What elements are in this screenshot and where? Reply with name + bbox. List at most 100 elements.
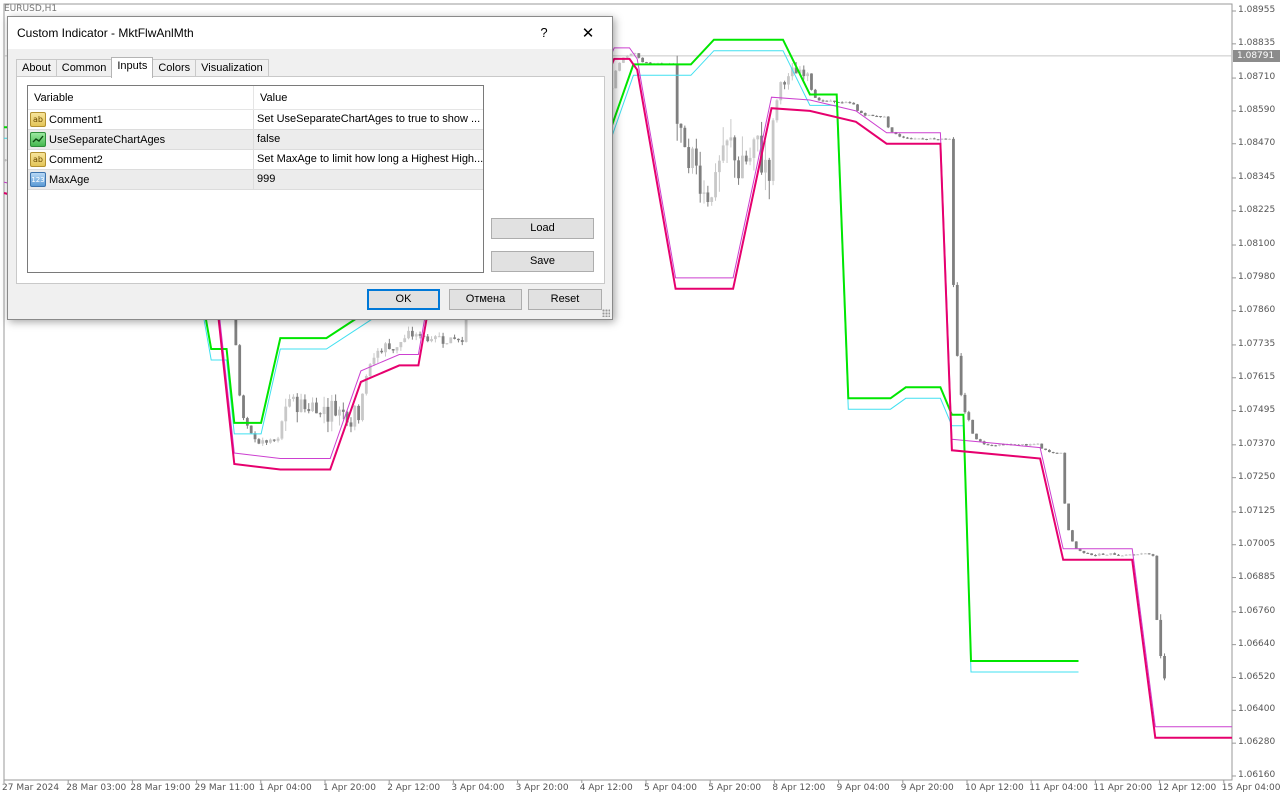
value-cell[interactable]: Set UseSeparateChartAges to true to show…	[254, 110, 483, 129]
candle-body	[645, 62, 648, 64]
candle-body	[265, 440, 268, 443]
value-cell[interactable]: 999	[254, 170, 483, 189]
candle-body	[948, 138, 952, 140]
price-tick-label: 1.06760	[1238, 605, 1276, 616]
candle-body	[391, 349, 395, 351]
tab-common[interactable]: Common	[55, 59, 113, 77]
tab-about[interactable]: About	[16, 59, 57, 77]
candle-body	[1048, 449, 1051, 453]
value-cell[interactable]: false	[254, 130, 483, 149]
candle-body	[395, 347, 399, 351]
tab-inputs[interactable]: Inputs	[111, 57, 154, 78]
candle-body	[752, 139, 756, 158]
candle-body	[990, 445, 994, 447]
candle-body	[641, 57, 645, 63]
candle-body	[1074, 541, 1078, 549]
price-tick-label: 1.07495	[1238, 404, 1276, 415]
candle-body	[1032, 444, 1036, 446]
dialog-tabs: About Common Inputs Colors Visualization	[16, 57, 269, 78]
dialog-title: Custom Indicator - MktFlwAnlMth	[17, 26, 194, 40]
dialog-titlebar[interactable]: Custom Indicator - MktFlwAnlMth ? ✕	[8, 17, 612, 49]
candle-body	[1109, 553, 1113, 555]
price-tick-label: 1.08470	[1238, 137, 1276, 148]
reset-button[interactable]: Reset	[528, 289, 602, 310]
candle-body	[821, 100, 825, 102]
price-tick-label: 1.06640	[1238, 638, 1276, 649]
table-row[interactable]: ab Comment1 Set UseSeparateChartAges to …	[28, 110, 483, 130]
candle-body	[242, 395, 245, 419]
candle-body	[1024, 444, 1028, 446]
candle-body	[629, 53, 633, 56]
time-tick-label: 5 Apr 04:00	[644, 783, 697, 793]
chart-symbol-label: EURUSD,H1	[4, 4, 58, 14]
price-tick-label: 1.08345	[1238, 172, 1276, 182]
tab-visualization[interactable]: Visualization	[195, 59, 269, 77]
candle-body	[802, 69, 806, 77]
candle-body	[764, 159, 767, 173]
candle-body	[875, 116, 879, 118]
help-button[interactable]: ?	[524, 20, 564, 46]
candle-body	[959, 355, 963, 395]
time-tick-label: 11 Apr 20:00	[1093, 783, 1153, 793]
candle-body	[441, 336, 445, 344]
candle-body	[284, 406, 288, 422]
candle-body	[1036, 443, 1040, 445]
candle-body	[944, 138, 948, 140]
time-tick-label: 29 Mar 11:00	[194, 783, 255, 793]
close-icon[interactable]: ✕	[568, 20, 608, 46]
value-cell[interactable]: Set MaxAge to limit how long a Highest H…	[254, 150, 483, 169]
candle-body	[737, 160, 740, 179]
time-tick-label: 9 Apr 20:00	[900, 783, 954, 793]
candle-body	[1090, 553, 1094, 556]
candle-body	[1055, 452, 1059, 454]
load-button[interactable]: Load	[491, 218, 594, 239]
candle-body	[376, 350, 380, 358]
candle-body	[890, 127, 894, 133]
candle-body	[372, 357, 376, 365]
candle-body	[909, 138, 913, 140]
candle-body	[744, 155, 748, 162]
ok-button[interactable]: OK	[367, 289, 440, 310]
candle-body	[714, 172, 717, 198]
candle-body	[729, 137, 733, 141]
candle-body	[1067, 503, 1070, 531]
candle-body	[852, 102, 856, 105]
price-tick-label: 1.06885	[1238, 571, 1276, 582]
variable-cell: ab Comment2	[28, 150, 254, 169]
resize-grip[interactable]	[602, 309, 610, 317]
table-row[interactable]: UseSeparateChartAges false	[28, 130, 483, 150]
candle-body	[330, 400, 334, 422]
table-row[interactable]: 123 MaxAge 999	[28, 170, 483, 190]
candle-body	[445, 343, 449, 345]
candle-body	[349, 422, 353, 427]
candle-body	[637, 53, 641, 58]
price-tick-label: 1.06280	[1238, 737, 1276, 748]
candle-body	[618, 62, 621, 71]
save-button[interactable]: Save	[491, 251, 594, 272]
candle-body	[936, 139, 940, 141]
candle-body	[410, 330, 414, 337]
candle-body	[414, 334, 418, 337]
candle-body	[710, 197, 714, 202]
candle-body	[925, 138, 928, 140]
candle-body	[1059, 452, 1063, 454]
variable-cell: 123 MaxAge	[28, 170, 254, 189]
candle-body	[322, 406, 326, 415]
candle-body	[1105, 554, 1109, 556]
candle-body	[702, 192, 706, 194]
column-header-variable[interactable]: Variable	[28, 86, 254, 109]
candle-body	[767, 159, 771, 181]
column-header-value[interactable]: Value	[254, 86, 483, 109]
candle-body	[998, 444, 1001, 446]
cancel-button[interactable]: Отмена	[449, 289, 522, 310]
table-row[interactable]: ab Comment2 Set MaxAge to limit how long…	[28, 150, 483, 170]
candle-body	[863, 113, 867, 116]
candle-body	[721, 145, 725, 161]
tab-colors[interactable]: Colors	[152, 59, 197, 77]
candle-body	[975, 433, 978, 440]
candle-body	[871, 114, 875, 117]
variable-cell: ab Comment1	[28, 110, 254, 129]
candle-body	[1094, 555, 1097, 557]
candle-body	[1082, 550, 1086, 553]
candle-body	[806, 73, 810, 77]
